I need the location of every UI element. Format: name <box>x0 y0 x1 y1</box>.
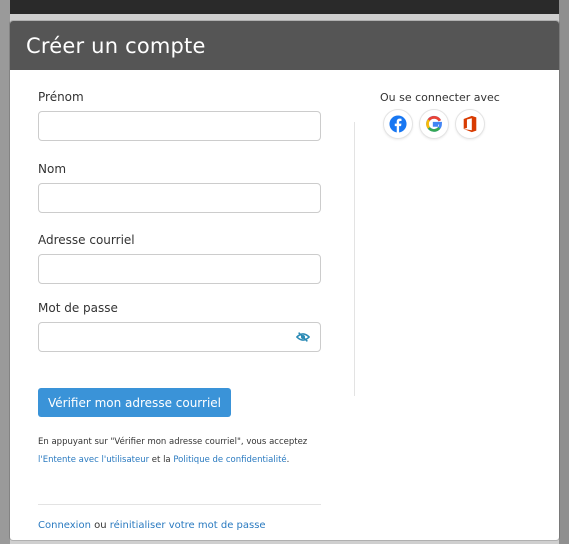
password-label: Mot de passe <box>38 301 118 315</box>
last-name-input[interactable] <box>38 183 321 213</box>
google-icon <box>426 115 442 132</box>
first-name-label: Prénom <box>38 90 84 104</box>
login-link[interactable]: Connexion <box>38 520 91 531</box>
verify-email-button[interactable]: Vérifier mon adresse courriel <box>38 388 231 417</box>
terms-suffix: . <box>286 455 290 465</box>
column-divider <box>354 122 355 396</box>
create-account-modal: Créer un compte Prénom Nom Adresse courr… <box>10 21 559 540</box>
backdrop-top <box>0 0 569 14</box>
reset-password-link[interactable]: réinitialiser votre mot de passe <box>110 520 266 531</box>
office-icon <box>463 115 477 133</box>
terms-middle: et la <box>149 455 174 465</box>
first-name-input[interactable] <box>38 111 321 141</box>
privacy-policy-link[interactable]: Politique de confidentialité <box>173 455 286 465</box>
backdrop-right <box>559 0 569 544</box>
terms-text: En appuyant sur "Vérifier mon adresse co… <box>38 433 308 469</box>
facebook-login-button[interactable] <box>383 109 413 139</box>
backdrop-left <box>0 0 10 544</box>
eye-slash-icon <box>296 332 310 342</box>
toggle-password-visibility-icon[interactable] <box>293 327 313 347</box>
modal-title: Créer un compte <box>26 33 206 58</box>
office-login-button[interactable] <box>455 109 485 139</box>
form-divider <box>38 504 321 505</box>
social-login-title: Ou se connecter avec <box>380 91 500 104</box>
last-name-label: Nom <box>38 162 67 176</box>
footer-or-text: ou <box>90 520 110 531</box>
footer-links: Connexion ou réinitialiser votre mot de … <box>38 520 266 531</box>
password-input[interactable] <box>38 322 321 352</box>
user-agreement-link[interactable]: l'Entente avec l'utilisateur <box>38 455 149 465</box>
facebook-icon <box>389 115 407 133</box>
email-label: Adresse courriel <box>38 233 135 247</box>
terms-prefix: En appuyant sur "Vérifier mon adresse co… <box>38 437 308 447</box>
modal-header: Créer un compte <box>10 21 559 70</box>
google-login-button[interactable] <box>419 109 449 139</box>
social-login-buttons <box>383 109 485 139</box>
email-input[interactable] <box>38 254 321 284</box>
